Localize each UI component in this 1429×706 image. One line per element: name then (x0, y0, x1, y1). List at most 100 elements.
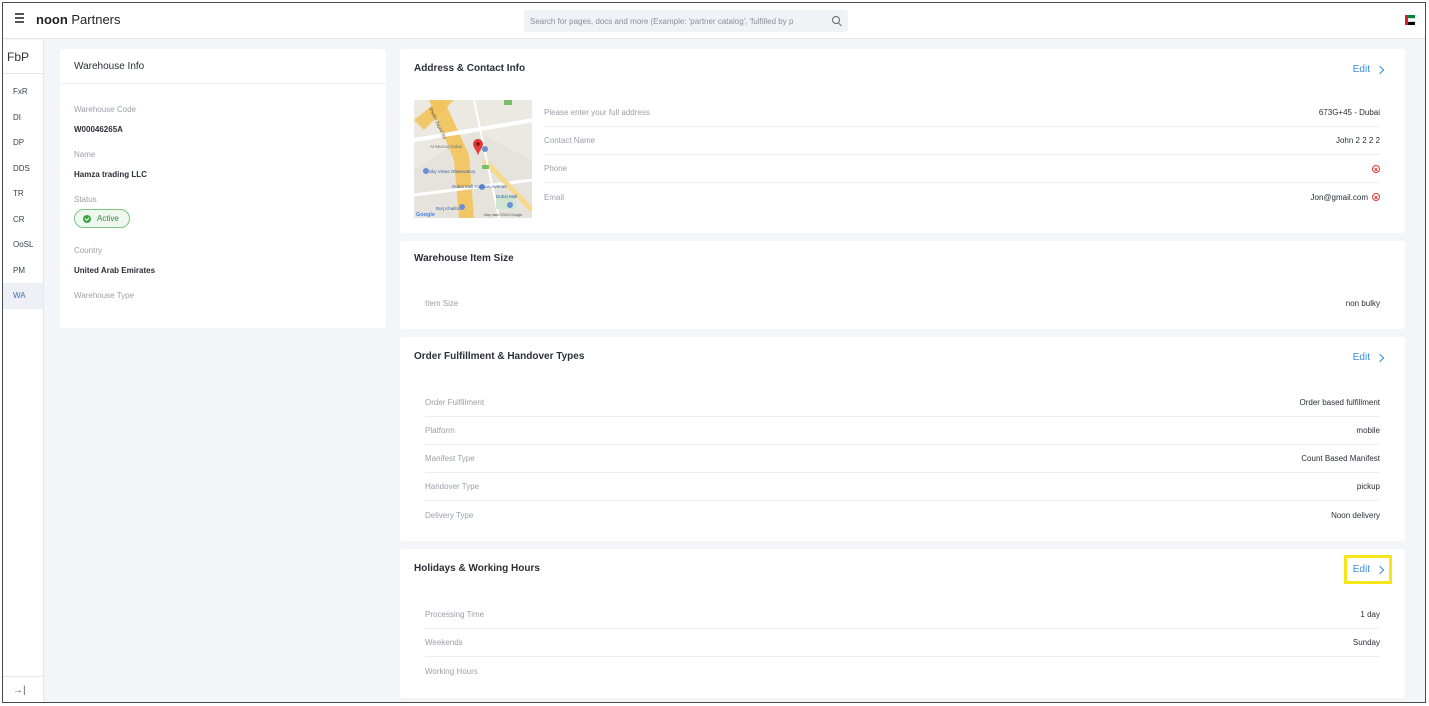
collapse-rail-icon[interactable]: →| (3, 676, 43, 702)
weekends-value: Sunday (1352, 638, 1380, 647)
chevron-right-icon (1375, 65, 1385, 74)
weekends-label: Weekends (425, 638, 463, 647)
status-badge: Active (74, 209, 130, 228)
address-contact-card: Address & Contact Info Edit Sheikh Zayed… (400, 49, 1405, 233)
edit-label: Edit (1352, 352, 1370, 363)
search-icon[interactable] (832, 16, 840, 24)
address-row: Please enter your full address 673G+45 -… (544, 99, 1380, 127)
delivery-type-label: Delivery Type (425, 510, 474, 520)
search-box[interactable] (524, 10, 848, 32)
handover-type-label: Handover Type (425, 482, 480, 491)
handover-type-value: pickup (1356, 482, 1380, 491)
platform-label: Platform (425, 426, 455, 435)
rail-item-di[interactable]: DI (3, 105, 43, 131)
order-fulfillment-value: Order based fulfillment (1299, 398, 1380, 407)
map-place-label: Dubai Mall (496, 194, 517, 199)
rail-item-oosl[interactable]: OoSL (3, 232, 43, 258)
holidays-card: Holidays & Working Hours Edit Processing… (400, 549, 1405, 698)
name-value: Hamza trading LLC (74, 170, 147, 179)
manifest-type-label: Manifest Type (425, 454, 475, 463)
warehouse-type-label: Warehouse Type (74, 291, 135, 300)
warehouse-code-label: Warehouse Code (74, 105, 136, 114)
fulfillment-edit-button[interactable]: Edit (1352, 352, 1385, 363)
chevron-right-icon (1375, 565, 1385, 574)
country-value: United Arab Emirates (74, 266, 156, 275)
fulfillment-title: Order Fulfillment & Handover Types (414, 351, 585, 362)
map-place-label: Burj Khalifa (436, 206, 460, 211)
country-field: Country United Arab Emirates (74, 246, 155, 278)
name-field: Name Hamza trading LLC (74, 150, 147, 182)
rail-item-dp[interactable]: DP (3, 130, 43, 156)
map-place-label: Al Murooj Dubai (430, 144, 462, 149)
country-label: Country (74, 246, 103, 255)
working-hours-label: Working Hours (425, 666, 478, 676)
brand-bold: noon (36, 12, 68, 27)
phone-label: Phone (544, 164, 568, 173)
item-size-title: Warehouse Item Size (414, 253, 514, 264)
brand-rest: Partners (67, 12, 121, 27)
email-value: Jon@gmail.com (1310, 192, 1368, 202)
delivery-type-row: Delivery Type Noon delivery (425, 501, 1380, 529)
delivery-type-value: Noon delivery (1331, 510, 1380, 520)
rail-item-wa[interactable]: WA (3, 283, 43, 309)
platform-row: Platform mobile (425, 417, 1380, 445)
status-value: Active (97, 214, 119, 223)
map-place-label: Sky Views Observatory (429, 169, 476, 174)
order-fulfillment-row: Order Fulfillment Order based fulfillmen… (425, 389, 1380, 417)
address-label: Please enter your full address (544, 108, 650, 117)
address-edit-button[interactable]: Edit (1352, 64, 1385, 75)
rail-title: FbP (3, 40, 43, 74)
holidays-title: Holidays & Working Hours (414, 563, 540, 574)
name-label: Name (74, 150, 96, 159)
warehouse-code-field: Warehouse Code W00046265A (74, 105, 136, 137)
contact-name-row: Contact Name John 2 2 2 2 (544, 127, 1380, 155)
rail-item-cr[interactable]: CR (3, 207, 43, 233)
brand-logo[interactable]: noon Partners (36, 12, 121, 27)
unverified-icon (1372, 193, 1380, 202)
edit-label: Edit (1352, 564, 1370, 575)
processing-time-label: Processing Time (425, 610, 485, 619)
map-place-label: Dubai Mall Fashion Avenue (452, 184, 507, 189)
email-value-wrap: Jon@gmail.com (1311, 193, 1380, 202)
rail-item-dds[interactable]: DDS (3, 156, 43, 182)
phone-row: Phone (544, 155, 1380, 183)
left-rail: FbP FxR DI DP DDS TR CR OoSL PM WA →| (3, 40, 44, 702)
address-contact-title: Address & Contact Info (414, 63, 526, 74)
top-bar: noon Partners (3, 3, 1425, 39)
app-frame: noon Partners FbP FxR DI DP DDS TR CR Oo… (2, 2, 1426, 703)
working-hours-row: Working Hours (425, 657, 1380, 685)
rail-item-tr[interactable]: TR (3, 181, 43, 207)
order-fulfillment-label: Order Fulfillment (425, 398, 485, 407)
search-input[interactable] (524, 10, 820, 32)
item-size-label: Item Size (425, 298, 459, 308)
status-field: Status Active (74, 195, 130, 228)
processing-time-row: Processing Time 1 day (425, 601, 1380, 629)
edit-label: Edit (1352, 64, 1370, 75)
holidays-edit-button[interactable]: Edit (1343, 555, 1393, 584)
processing-time-value: 1 day (1360, 610, 1380, 619)
menu-icon[interactable] (15, 13, 25, 25)
warehouse-type-field: Warehouse Type (74, 291, 134, 305)
map-graphic: Sheikh Zayed Rd Al Murooj Dubai Sky View… (414, 100, 532, 218)
warehouse-code-value: W00046265A (74, 125, 123, 134)
email-row: Email Jon@gmail.com (544, 183, 1380, 211)
chevron-right-icon (1375, 353, 1385, 362)
contact-name-label: Contact Name (544, 136, 596, 145)
check-circle-icon (83, 214, 91, 223)
manifest-type-row: Manifest Type Count Based Manifest (425, 445, 1380, 473)
contact-name-value: John 2 2 2 2 (1335, 136, 1380, 145)
phone-value (1368, 164, 1380, 173)
map-attribution: Map data ©2024 Google (484, 213, 522, 217)
platform-value: mobile (1356, 426, 1380, 435)
uae-flag-icon[interactable] (1405, 15, 1415, 26)
manifest-type-value: Count Based Manifest (1301, 454, 1380, 463)
rail-item-pm[interactable]: PM (3, 258, 43, 284)
status-label: Status (74, 195, 97, 204)
divider (60, 83, 386, 84)
item-size-row: Item Size non bulky (425, 289, 1380, 317)
weekends-row: Weekends Sunday (425, 629, 1380, 657)
warehouse-info-card: Warehouse Info Warehouse Code W00046265A… (60, 49, 386, 328)
warehouse-info-title: Warehouse Info (74, 61, 145, 72)
location-map[interactable]: Sheikh Zayed Rd Al Murooj Dubai Sky View… (414, 100, 532, 218)
rail-item-fxr[interactable]: FxR (3, 79, 43, 105)
